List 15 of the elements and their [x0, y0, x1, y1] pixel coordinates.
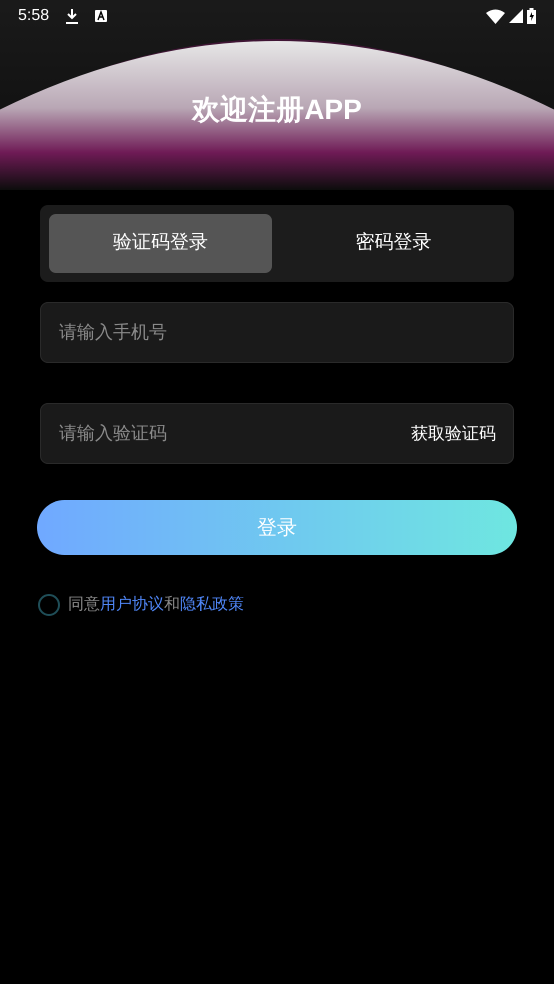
agreement-link[interactable]: 隐私政策 [180, 596, 244, 613]
login-tab[interactable]: 验证码登录 [49, 214, 272, 273]
status-time: 5:58 [18, 6, 50, 26]
download-icon [65, 8, 80, 24]
wifi-icon [486, 8, 505, 24]
agreement-text: 同意用户协议和隐私政策 [68, 594, 244, 615]
battery-icon [527, 8, 536, 24]
get-code-button[interactable]: 获取验证码 [411, 421, 496, 446]
agreement-link[interactable]: 用户协议 [100, 596, 164, 613]
phone-input-field[interactable]: 请输入手机号 [40, 302, 514, 363]
signal-icon [509, 9, 523, 23]
agree-radio[interactable] [38, 594, 60, 616]
login-tab[interactable]: 密码登录 [282, 214, 505, 273]
text-icon [95, 10, 108, 22]
page-title: 欢迎注册APP [190, 93, 363, 127]
